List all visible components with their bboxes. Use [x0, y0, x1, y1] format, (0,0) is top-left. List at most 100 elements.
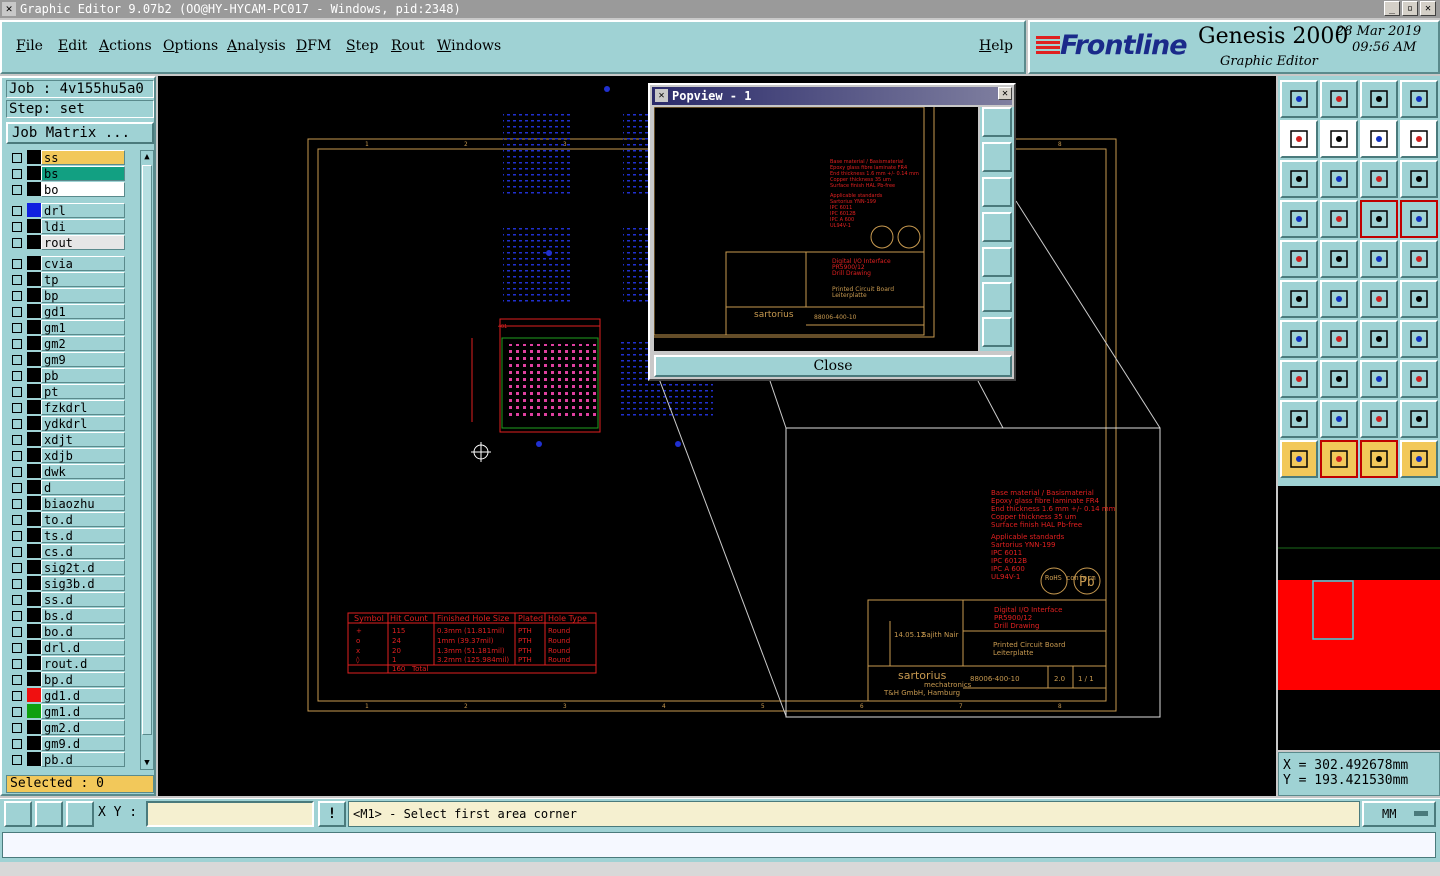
- scroll-down-icon[interactable]: ▼: [141, 757, 153, 769]
- minus-icon[interactable]: [1320, 360, 1358, 398]
- dim-icon[interactable]: [1400, 320, 1438, 358]
- layer-checkbox[interactable]: [12, 355, 22, 365]
- layer-name[interactable]: d: [41, 480, 125, 495]
- layer-color-swatch[interactable]: [27, 416, 41, 430]
- layer-color-swatch[interactable]: [27, 512, 41, 526]
- layer-checkbox[interactable]: [12, 467, 22, 477]
- layer-row[interactable]: rout.d: [6, 656, 130, 671]
- layer-checkbox[interactable]: [12, 611, 22, 621]
- layer-checkbox[interactable]: [12, 451, 22, 461]
- layer-checkbox[interactable]: [12, 547, 22, 557]
- layer-row[interactable]: ss: [6, 150, 130, 165]
- layer-color-swatch[interactable]: [27, 736, 41, 750]
- move-icon[interactable]: [1320, 80, 1358, 118]
- home-icon[interactable]: [1360, 80, 1398, 118]
- layer-color-swatch[interactable]: [27, 592, 41, 606]
- layer-color-swatch[interactable]: [27, 336, 41, 350]
- layer-color-swatch[interactable]: [27, 496, 41, 510]
- step-icon[interactable]: [1400, 120, 1438, 158]
- layer-name[interactable]: bs: [41, 166, 125, 181]
- layer-row[interactable]: gm9.d: [6, 736, 130, 751]
- layer-row[interactable]: ss.d: [6, 592, 130, 607]
- layer-name[interactable]: ts.d: [41, 528, 125, 543]
- layer-checkbox[interactable]: [12, 371, 22, 381]
- pv-pan-right-icon[interactable]: [982, 247, 1012, 277]
- menu-windows[interactable]: Windows: [437, 38, 501, 54]
- layer-color-swatch[interactable]: [27, 464, 41, 478]
- layer-color-swatch[interactable]: [27, 544, 41, 558]
- pointer-icon[interactable]: [1280, 440, 1318, 478]
- layer-row[interactable]: cs.d: [6, 544, 130, 559]
- layer-checkbox[interactable]: [12, 627, 22, 637]
- popview-canvas[interactable]: Base material / Basismaterial Epoxy glas…: [654, 107, 978, 351]
- layer-checkbox[interactable]: [12, 339, 22, 349]
- layer-name[interactable]: bp: [41, 288, 125, 303]
- layer-color-swatch[interactable]: [27, 448, 41, 462]
- layer-name[interactable]: biaozhu: [41, 496, 125, 511]
- maximize-button[interactable]: ▫: [1402, 1, 1418, 16]
- layer-name[interactable]: bo.d: [41, 624, 125, 639]
- layer-name[interactable]: gd1.d: [41, 688, 125, 703]
- layer-color-swatch[interactable]: [27, 219, 41, 233]
- layer-row[interactable]: bp.d: [6, 672, 130, 687]
- layer-checkbox[interactable]: [12, 675, 22, 685]
- info-button[interactable]: !: [318, 801, 346, 827]
- pv-pan-up-icon[interactable]: [982, 142, 1012, 172]
- layer-checkbox[interactable]: [12, 531, 22, 541]
- layer-checkbox[interactable]: [12, 259, 22, 269]
- layer-checkbox[interactable]: [12, 291, 22, 301]
- layer-name[interactable]: rout: [41, 235, 125, 250]
- cross-icon[interactable]: [1320, 280, 1358, 318]
- layer-row[interactable]: sig3b.d: [6, 576, 130, 591]
- pointer2-icon[interactable]: [1320, 440, 1358, 478]
- layer-color-swatch[interactable]: [27, 720, 41, 734]
- bar-icon[interactable]: [1360, 360, 1398, 398]
- layer-name[interactable]: ydkdrl: [41, 416, 125, 431]
- layer-name[interactable]: gd1: [41, 304, 125, 319]
- menu-step[interactable]: Step: [346, 38, 378, 54]
- layer-name[interactable]: ss.d: [41, 592, 125, 607]
- grid-mode-icon[interactable]: [66, 801, 94, 827]
- layer-row[interactable]: bp: [6, 288, 130, 303]
- scroll-up-icon[interactable]: ▲: [141, 151, 153, 163]
- layer-checkbox[interactable]: [12, 483, 22, 493]
- layer-name[interactable]: pb.d: [41, 752, 125, 767]
- layer-color-swatch[interactable]: [27, 704, 41, 718]
- layer-color-swatch[interactable]: [27, 432, 41, 446]
- tri-icon[interactable]: [1280, 400, 1318, 438]
- layer-color-swatch[interactable]: [27, 235, 41, 249]
- net-icon[interactable]: [1280, 280, 1318, 318]
- layer-color-swatch[interactable]: [27, 150, 41, 164]
- layer-name[interactable]: dwk: [41, 464, 125, 479]
- layer-name[interactable]: bp.d: [41, 672, 125, 687]
- layer-checkbox[interactable]: [12, 595, 22, 605]
- pv-pan-down-icon[interactable]: [982, 177, 1012, 207]
- job-matrix-button[interactable]: Job Matrix ...: [6, 122, 154, 144]
- layers2-icon[interactable]: [1400, 200, 1438, 238]
- layer-checkbox[interactable]: [12, 691, 22, 701]
- layers-icon[interactable]: [1360, 200, 1398, 238]
- layer-name[interactable]: gm1: [41, 320, 125, 335]
- xy-input[interactable]: [146, 801, 314, 827]
- layer-name[interactable]: sig2t.d: [41, 560, 125, 575]
- layer-row[interactable]: xdjb: [6, 448, 130, 463]
- layer-color-swatch[interactable]: [27, 166, 41, 180]
- layer-name[interactable]: cvia: [41, 256, 125, 271]
- layer-name[interactable]: ss: [41, 150, 125, 165]
- layer-scrollbar[interactable]: ▲ ▼: [140, 150, 154, 770]
- layer-name[interactable]: xdjb: [41, 448, 125, 463]
- pointer3-icon[interactable]: [1360, 440, 1398, 478]
- layer-checkbox[interactable]: [12, 707, 22, 717]
- layer-name[interactable]: gm2.d: [41, 720, 125, 735]
- layer-color-swatch[interactable]: [27, 752, 41, 766]
- tri3-icon[interactable]: [1360, 400, 1398, 438]
- layer-row[interactable]: bo.d: [6, 624, 130, 639]
- layer-checkbox[interactable]: [12, 435, 22, 445]
- menu-help[interactable]: Help: [979, 38, 1013, 54]
- window-icon[interactable]: [1400, 80, 1438, 118]
- layer-color-swatch[interactable]: [27, 203, 41, 217]
- layer-row[interactable]: pb: [6, 368, 130, 383]
- pv-zoom-out-icon[interactable]: [982, 317, 1012, 347]
- layer-checkbox[interactable]: [12, 723, 22, 733]
- snap-icon[interactable]: [1280, 80, 1318, 118]
